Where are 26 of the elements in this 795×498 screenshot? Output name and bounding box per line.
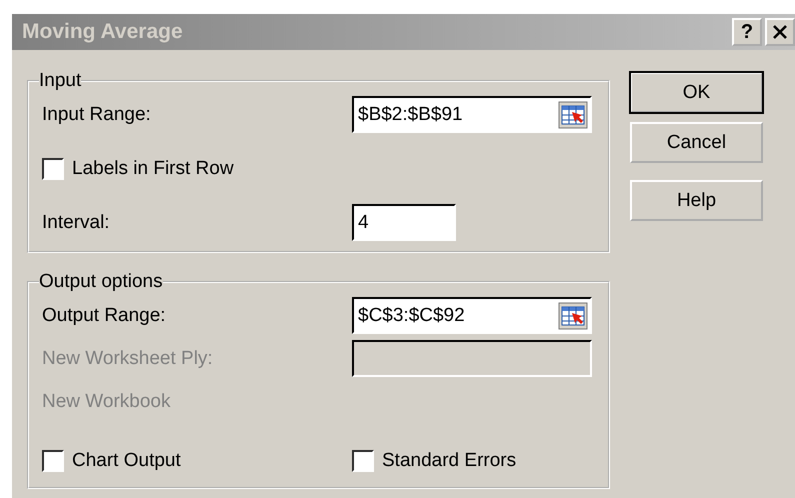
field-label: New Worksheet Ply: <box>42 348 214 370</box>
field-label: Interval: <box>42 212 111 234</box>
checkbox-label[interactable]: Standard Errors <box>382 450 516 472</box>
dialog-button[interactable]: Cancel <box>630 122 763 163</box>
option-label: New Workbook <box>42 390 172 414</box>
range-picker-icon[interactable] <box>558 302 588 330</box>
checkbox[interactable] <box>352 450 374 472</box>
close-button[interactable] <box>765 18 795 46</box>
group-title: Input <box>39 70 82 92</box>
checkbox-label[interactable]: Chart Output <box>72 450 181 472</box>
window-title: Moving Average <box>22 20 184 44</box>
field-label: Output Range: <box>42 304 167 326</box>
help-button[interactable]: ? <box>732 18 762 46</box>
close-icon <box>772 25 788 39</box>
checkbox[interactable] <box>42 450 64 472</box>
range-field[interactable]: $B$2:$B$91 <box>352 96 592 133</box>
input-field[interactable]: 4 <box>352 204 456 241</box>
dialog-button[interactable]: Help <box>630 180 763 221</box>
range-field[interactable]: $C$3:$C$92 <box>352 297 592 334</box>
group-title: Output options <box>39 271 163 293</box>
input-field[interactable] <box>352 340 592 377</box>
dialog-button[interactable]: OK <box>630 72 763 113</box>
field-label: Input Range: <box>42 104 152 126</box>
checkbox-label[interactable]: Labels in First Row <box>72 158 234 180</box>
checkbox[interactable] <box>42 158 64 180</box>
range-picker-icon[interactable] <box>558 100 588 128</box>
